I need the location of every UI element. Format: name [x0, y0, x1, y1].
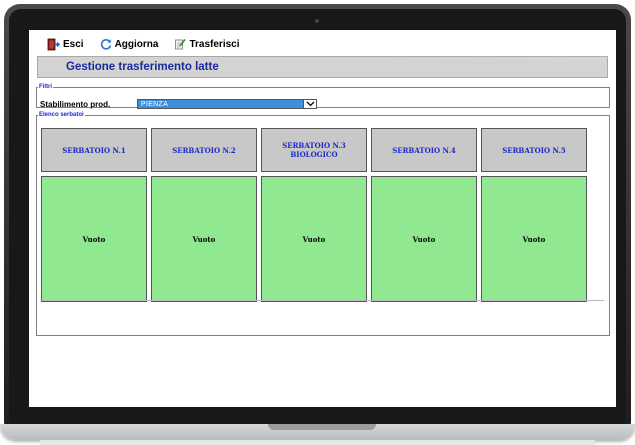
page-title: Gestione trasferimento latte — [66, 61, 219, 73]
exit-label: Esci — [63, 38, 84, 50]
tank-header-button[interactable]: SERBATOIO N.4 — [371, 128, 477, 172]
toolbar: Esci Aggiorna Trasferisci — [47, 36, 256, 52]
tanks-divider — [40, 300, 604, 301]
filters-panel: Filtri Stabilimento prod. PIENZA — [36, 84, 610, 109]
refresh-label: Aggiorna — [114, 38, 159, 50]
plant-select[interactable]: PIENZA — [137, 99, 317, 109]
plant-filter-row: Stabilimento prod. PIENZA — [40, 99, 317, 109]
refresh-button[interactable]: Aggiorna — [100, 38, 159, 50]
tank-status-area[interactable]: Vuoto — [481, 176, 587, 302]
refresh-icon — [100, 39, 111, 50]
filters-legend: Filtri — [39, 84, 52, 90]
tanks-legend: Elenco serbatoi — [39, 112, 84, 118]
device-mockup: Esci Aggiorna Trasferisci Gestione trasf… — [0, 0, 635, 445]
page-header: Gestione trasferimento latte — [37, 56, 608, 78]
exit-icon — [47, 38, 60, 50]
tank-status-area[interactable]: Vuoto — [151, 176, 257, 302]
floor-shadow — [40, 440, 595, 445]
tank-status-area[interactable]: Vuoto — [371, 176, 477, 302]
plant-label: Stabilimento prod. — [40, 99, 111, 109]
laptop-base-notch — [268, 424, 376, 430]
transfer-button[interactable]: Trasferisci — [174, 38, 240, 50]
camera-dot — [315, 19, 319, 23]
app-screen: Esci Aggiorna Trasferisci Gestione trasf… — [29, 30, 616, 407]
plant-select-toggle[interactable] — [303, 100, 316, 108]
tank-header-button[interactable]: SERBATOIO N.1 — [41, 128, 147, 172]
chevron-down-icon — [306, 101, 314, 107]
tank-status-area[interactable]: Vuoto — [261, 176, 367, 302]
plant-select-value: PIENZA — [141, 100, 169, 108]
tank-header-button[interactable]: SERBATOIO N.2 — [151, 128, 257, 172]
tank-header-button[interactable]: SERBATOIO N.5 — [481, 128, 587, 172]
tank-header-button[interactable]: SERBATOIO N.3 BIOLOGICO — [261, 128, 367, 172]
exit-button[interactable]: Esci — [47, 38, 84, 51]
tanks-panel: Elenco serbatoi SERBATOIO N.1 Vuoto SERB… — [36, 112, 610, 336]
transfer-icon — [175, 39, 187, 50]
transfer-label: Trasferisci — [189, 38, 240, 50]
tank-status-area[interactable]: Vuoto — [41, 176, 147, 302]
